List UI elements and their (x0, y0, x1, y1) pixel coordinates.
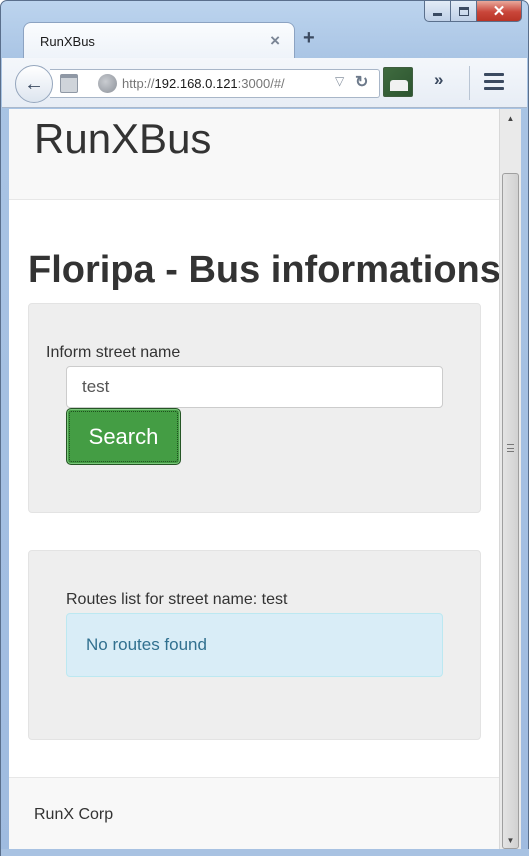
no-routes-alert: No routes found (66, 613, 443, 677)
tab-close-icon[interactable]: × (270, 31, 280, 51)
scrollbar-grip-icon (507, 444, 514, 452)
window-caption-buttons: ✕ (424, 1, 522, 23)
new-tab-button[interactable]: + (303, 27, 315, 50)
minimize-button[interactable] (424, 1, 451, 22)
close-icon: ✕ (492, 3, 506, 20)
page-viewport: RunXBus Floripa - Bus informations Infor… (9, 109, 499, 849)
scrollbar-thumb[interactable] (502, 173, 519, 849)
navbar: RunXBus (9, 109, 499, 200)
window-frame-bottom (1, 849, 529, 856)
back-icon: ← (24, 72, 44, 95)
hamburger-menu-icon[interactable] (484, 73, 504, 94)
scroll-up-arrow-icon[interactable]: ▲ (500, 109, 521, 127)
reload-icon[interactable]: ↻ (355, 72, 368, 92)
street-name-input[interactable] (66, 366, 443, 408)
extension-icon[interactable] (383, 67, 413, 97)
globe-icon (98, 74, 117, 93)
no-routes-message: No routes found (86, 635, 207, 654)
page-title: Floripa - Bus informations (28, 249, 499, 291)
identity-icon[interactable] (60, 74, 78, 93)
tab-title: RunXBus (40, 34, 95, 49)
navbar-brand[interactable]: RunXBus (34, 115, 211, 163)
footer-text: RunX Corp (34, 806, 114, 823)
toolbar-separator (469, 66, 470, 100)
overflow-icon[interactable]: » (434, 70, 443, 90)
maximize-icon (458, 6, 469, 16)
window-close-button[interactable]: ✕ (477, 1, 522, 22)
street-name-label: Inform street name (46, 344, 181, 361)
url-bar[interactable]: http://192.168.0.121:3000/#/ ▽ ↻ (50, 69, 380, 98)
search-button[interactable]: Search (66, 408, 181, 465)
browser-tab[interactable]: RunXBus × (23, 22, 295, 59)
url-text[interactable]: http://192.168.0.121:3000/#/ (122, 76, 285, 91)
minimize-icon (433, 13, 442, 16)
routes-list-label: Routes list for street name: test (66, 591, 288, 608)
scroll-down-arrow-icon[interactable]: ▼ (500, 831, 521, 849)
extension-icon-shape (390, 80, 408, 91)
url-host: 192.168.0.121 (154, 76, 238, 91)
url-dropdown-icon[interactable]: ▽ (335, 74, 344, 88)
url-suffix: :3000/#/ (237, 76, 285, 91)
footer: RunX Corp (9, 777, 499, 849)
back-button[interactable]: ← (15, 65, 53, 103)
vertical-scrollbar[interactable]: ▲ ▼ (499, 109, 521, 849)
url-prefix: http:// (122, 76, 155, 91)
navigation-toolbar: http://192.168.0.121:3000/#/ ▽ ↻ ← » (2, 58, 527, 108)
maximize-button[interactable] (451, 1, 477, 22)
browser-window: ✕ RunXBus × + http://192.168.0.121:3000/… (0, 0, 529, 856)
